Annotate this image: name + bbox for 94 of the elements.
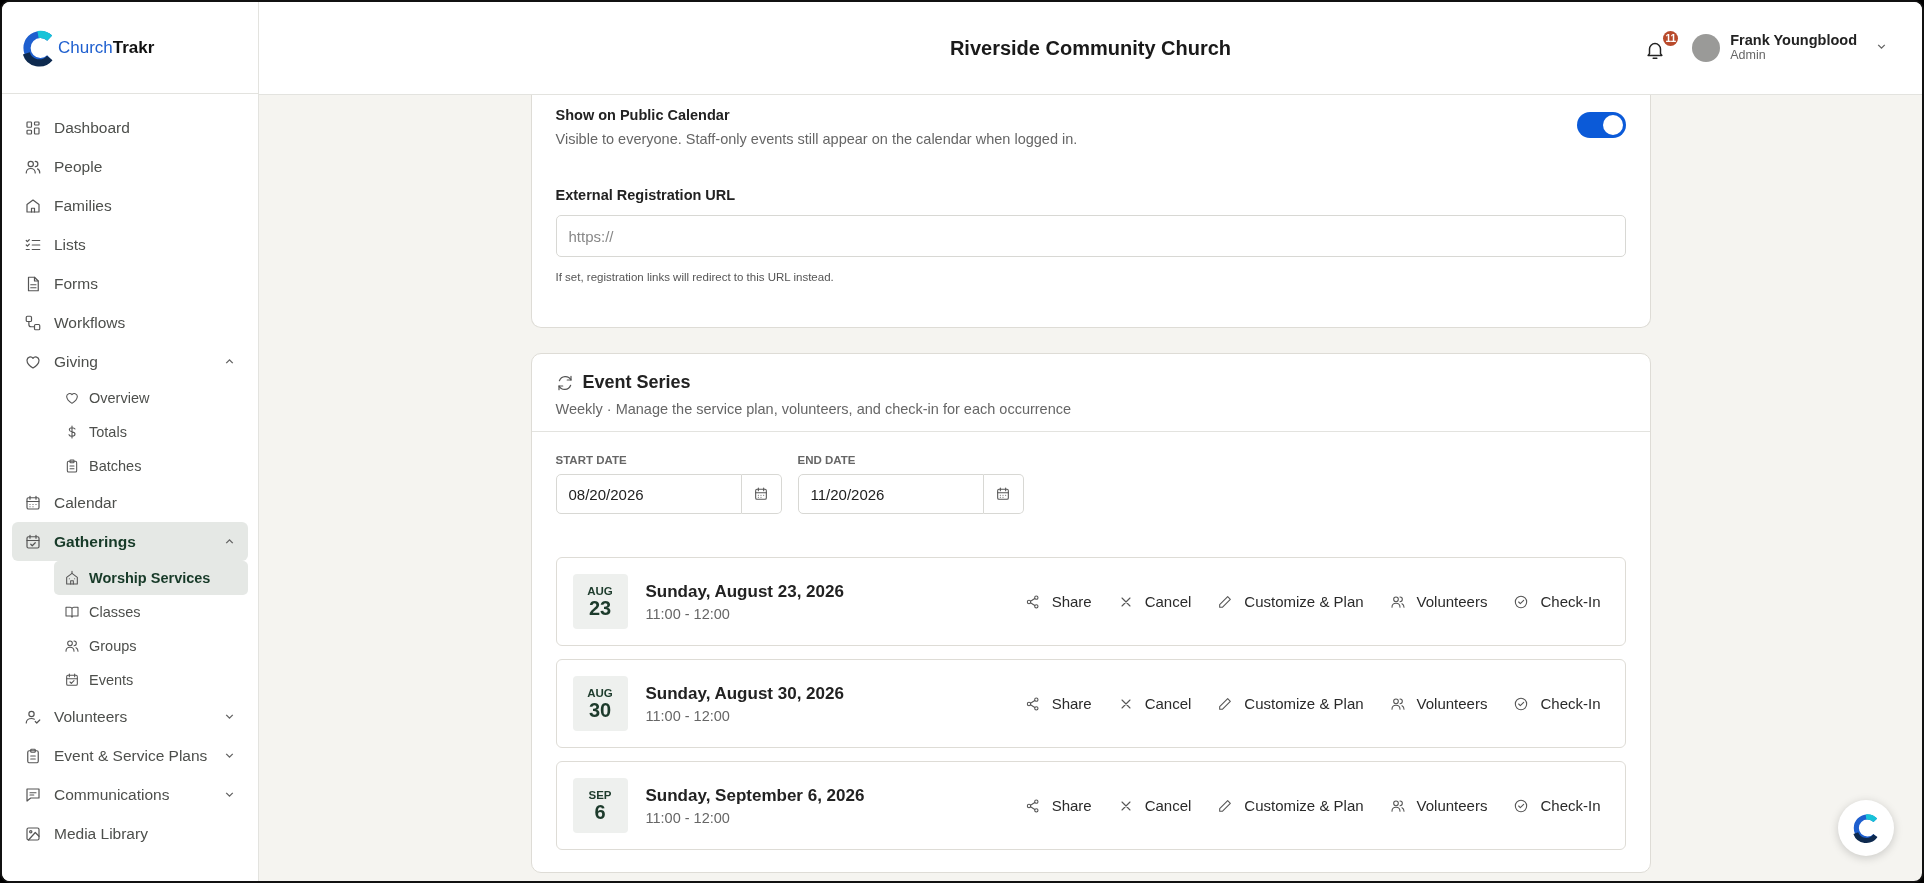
people-icon — [1389, 797, 1406, 814]
sidebar-subitem[interactable]: Batches — [54, 449, 248, 483]
calendar-icon — [24, 493, 42, 512]
public-calendar-label: Show on Public Calendar — [555, 107, 731, 123]
sidebar-subitem[interactable]: Events — [54, 663, 248, 697]
brand-name: ChurchTrakr — [58, 37, 155, 58]
sidebar-subitem[interactable]: Worship Services — [54, 561, 248, 595]
people-icon — [64, 638, 80, 654]
heart-icon — [64, 390, 80, 406]
registration-url-label: External Registration URL — [555, 187, 737, 203]
action-button[interactable]: Volunteers — [1381, 587, 1496, 616]
check-circle-icon — [1513, 797, 1530, 814]
sidebar-item[interactable]: Giving — [12, 342, 248, 381]
check-circle-icon — [1513, 695, 1530, 712]
registration-url-hint: If set, registration links will redirect to this URL instead. — [555, 271, 835, 283]
calendar-icon — [995, 486, 1011, 502]
date-field[interactable]: 11/20/2026 — [797, 474, 984, 514]
date-badge: AUG 23 — [572, 574, 628, 629]
action-button[interactable]: Check-In — [1505, 587, 1609, 616]
sidebar-item[interactable]: People — [12, 147, 248, 186]
action-button[interactable]: Share — [1016, 689, 1100, 718]
action-button[interactable]: Check-In — [1505, 791, 1609, 820]
help-button[interactable] — [1838, 800, 1894, 856]
calendar-check-icon — [64, 672, 80, 688]
sidebar-item[interactable]: Workflows — [12, 303, 248, 342]
pencil-icon — [1217, 797, 1234, 814]
calendar-check-icon — [24, 532, 42, 551]
action-button[interactable]: Cancel — [1109, 587, 1200, 616]
sidebar-item[interactable]: Families — [12, 186, 248, 225]
calendar-button[interactable] — [983, 474, 1024, 514]
sidebar-item[interactable]: Event & Service Plans — [12, 736, 248, 775]
clipboard-icon — [64, 458, 80, 474]
people-icon — [1389, 695, 1406, 712]
clipboard-icon — [24, 746, 42, 765]
occurrence-title: Sunday, August 23, 2026 — [645, 581, 845, 602]
registration-url-field[interactable]: https:// — [555, 215, 1626, 257]
user-role: Admin — [1730, 49, 1767, 63]
action-button[interactable]: Share — [1016, 791, 1100, 820]
calendar-button[interactable] — [741, 474, 782, 514]
occurrence-time: 11:00 - 12:00 — [645, 707, 731, 724]
share-icon — [1024, 695, 1041, 712]
date-badge: SEP 6 — [572, 778, 628, 833]
date-badge: AUG 30 — [572, 676, 628, 731]
action-button[interactable]: Volunteers — [1381, 791, 1496, 820]
event-series-subtitle: Weekly · Manage the service plan, volunteers, and check-in for each occurrence — [555, 401, 1073, 417]
church-icon — [64, 570, 80, 586]
occurrence-time: 11:00 - 12:00 — [645, 605, 731, 622]
action-button[interactable]: Cancel — [1109, 791, 1200, 820]
sidebar-subitem[interactable]: Overview — [54, 381, 248, 415]
event-series-title: Event Series — [582, 372, 691, 393]
action-button[interactable]: Customize & Plan — [1209, 587, 1372, 616]
public-calendar-description: Visible to everyone. Staff-only events still appear on the calendar when logged in. — [555, 131, 1078, 147]
share-icon — [1024, 593, 1041, 610]
sidebar-item[interactable]: Gatherings — [12, 522, 248, 561]
date-field[interactable]: 08/20/2026 — [555, 474, 742, 514]
action-button[interactable]: Cancel — [1109, 689, 1200, 718]
sidebar-subitem[interactable]: Groups — [54, 629, 248, 663]
book-icon — [64, 604, 80, 620]
sidebar-item[interactable]: Media Library — [12, 814, 248, 853]
sidebar-item[interactable]: Forms — [12, 264, 248, 303]
public-calendar-toggle[interactable] — [1576, 112, 1626, 138]
sidebar-item[interactable]: Communications — [12, 775, 248, 814]
sidebar-subitem[interactable]: Classes — [54, 595, 248, 629]
flow-icon — [24, 313, 42, 332]
action-button[interactable]: Check-In — [1505, 689, 1609, 718]
calendar-icon — [753, 486, 769, 502]
date-label: START DATE — [555, 454, 628, 466]
user-name: Frank Youngblood — [1730, 33, 1857, 50]
sidebar-item[interactable]: Dashboard — [12, 108, 248, 147]
chat-icon — [24, 785, 42, 804]
action-button[interactable]: Share — [1016, 587, 1100, 616]
pencil-icon — [1217, 593, 1234, 610]
avatar-placeholder — [1692, 34, 1721, 62]
date-label: END DATE — [797, 454, 857, 466]
image-icon — [24, 824, 42, 843]
share-icon — [1024, 797, 1041, 814]
notification-count: 11 — [1663, 31, 1679, 46]
occurrence-time: 11:00 - 12:00 — [645, 809, 731, 826]
sidebar-item[interactable]: Volunteers — [12, 697, 248, 736]
occurrence-title: Sunday, August 30, 2026 — [645, 683, 845, 704]
action-button[interactable]: Customize & Plan — [1209, 791, 1372, 820]
sidebar-subitem[interactable]: Totals — [54, 415, 248, 449]
check-circle-icon — [1513, 593, 1530, 610]
notifications-button[interactable]: 11 — [1640, 31, 1679, 65]
sidebar-item[interactable]: Calendar — [12, 483, 248, 522]
refresh-icon — [555, 373, 574, 392]
pencil-icon — [1217, 695, 1234, 712]
action-button[interactable]: Volunteers — [1381, 689, 1496, 718]
people-icon — [1389, 593, 1406, 610]
sidebar-item[interactable]: Lists — [12, 225, 248, 264]
church-name-title: Riverside Community Church — [949, 36, 1232, 60]
action-button[interactable]: Customize & Plan — [1209, 689, 1372, 718]
grid-icon — [24, 118, 42, 137]
occurrence-title: Sunday, September 6, 2026 — [645, 785, 866, 806]
